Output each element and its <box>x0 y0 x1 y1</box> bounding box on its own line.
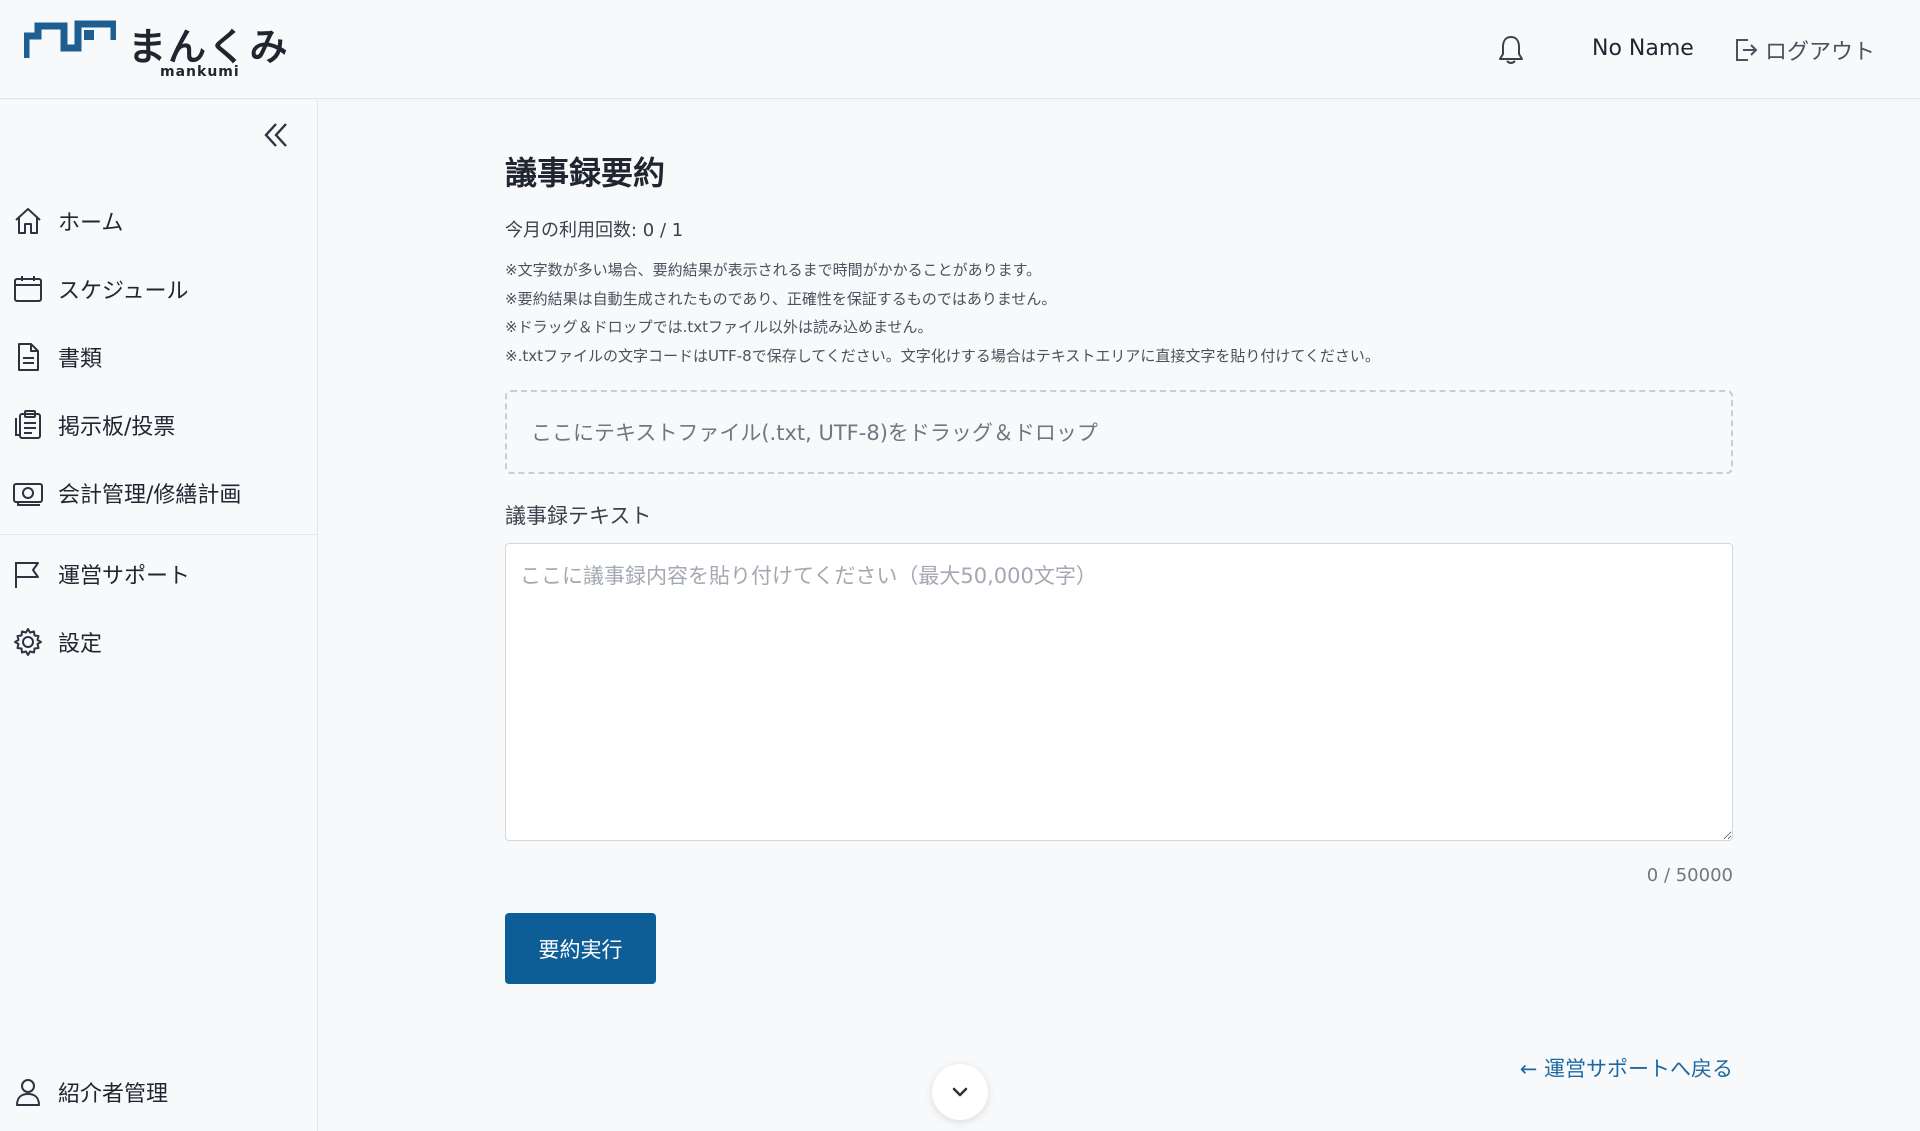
sidebar-divider <box>0 534 318 535</box>
sidebar-item-label: 会計管理/修繕計画 <box>58 483 242 508</box>
summarize-button[interactable]: 要約実行 <box>505 913 656 984</box>
minutes-textarea[interactable] <box>505 543 1733 841</box>
logout-icon <box>1736 39 1758 61</box>
sidebar-item-documents[interactable]: 書類 <box>12 339 102 375</box>
sidebar-item-schedule[interactable]: スケジュール <box>12 271 188 307</box>
home-icon <box>15 208 41 234</box>
sidebar-item-label: ホーム <box>58 211 124 236</box>
sidebar-item-accounting[interactable]: 会計管理/修繕計画 <box>12 475 241 511</box>
clipboard-icon <box>15 410 41 439</box>
page-title: 議事録要約 <box>505 154 666 192</box>
sidebar-item-settings[interactable]: 設定 <box>12 624 102 660</box>
user-name[interactable]: No Name <box>1592 36 1694 61</box>
note-item: ※.txtファイルの文字コードはUTF-8で保存してください。文字化けする場合は… <box>505 346 1380 365</box>
back-to-support-link[interactable]: ← 運営サポートへ戻る <box>1520 1053 1733 1083</box>
sidebar-item-referrer[interactable]: 紹介者管理 <box>12 1074 168 1110</box>
sidebar-item-support[interactable]: 運営サポート <box>12 556 190 592</box>
money-icon <box>13 483 43 506</box>
sidebar-item-label: 運営サポート <box>58 564 191 589</box>
sidebar-item-label: 設定 <box>58 632 103 657</box>
sidebar-item-label: 紹介者管理 <box>58 1082 169 1107</box>
logout-button[interactable]: ログアウト <box>1733 34 1875 66</box>
sidebar-item-board[interactable]: 掲示板/投票 <box>12 407 175 443</box>
top-header: まんくみ mankumi No Name ログアウト <box>0 0 1920 99</box>
scroll-down-button[interactable] <box>932 1064 988 1120</box>
user-icon <box>16 1079 40 1106</box>
gear-icon <box>14 628 42 656</box>
document-icon <box>18 343 39 371</box>
bell-icon[interactable] <box>1497 34 1525 66</box>
building-logo-icon <box>24 20 116 58</box>
brand-name: まんくみ <box>128 25 290 69</box>
brand-subtitle: mankumi <box>160 64 240 80</box>
dropzone-text: ここにテキストファイル(.txt, UTF-8)をドラッグ＆ドロップ <box>531 421 1098 445</box>
sidebar-item-label: スケジュール <box>58 279 189 304</box>
usage-count: 今月の利用回数: 0 / 1 <box>505 220 684 241</box>
logout-label: ログアウト <box>1765 40 1876 65</box>
character-counter: 0 / 50000 <box>1646 865 1733 886</box>
sidebar-item-label: 書類 <box>58 347 103 372</box>
note-item: ※文字数が多い場合、要約結果が表示されるまで時間がかかることがあります。 <box>505 261 1042 279</box>
collapse-sidebar-icon[interactable] <box>262 120 290 150</box>
chevron-down-icon <box>952 1087 968 1097</box>
file-dropzone[interactable]: ここにテキストファイル(.txt, UTF-8)をドラッグ＆ドロップ <box>505 390 1733 474</box>
sidebar-item-label: 掲示板/投票 <box>58 415 176 440</box>
notes-list: ※文字数が多い場合、要約結果が表示されるまで時間がかかることがあります。 ※要約… <box>505 256 1380 370</box>
note-item: ※要約結果は自動生成されたものであり、正確性を保証するものではありません。 <box>505 289 1057 308</box>
sidebar-item-home[interactable]: ホーム <box>12 203 123 239</box>
note-item: ※ドラッグ＆ドロップでは.txtファイル以外は読み込めません。 <box>505 318 933 336</box>
sidebar: ホーム スケジュール 書類 掲示板/投票 会計管理/修繕計画 運営サポート 設定… <box>0 100 318 1131</box>
calendar-icon <box>14 276 42 302</box>
minutes-text-label: 議事録テキスト <box>505 504 652 528</box>
flag-icon <box>15 562 39 588</box>
